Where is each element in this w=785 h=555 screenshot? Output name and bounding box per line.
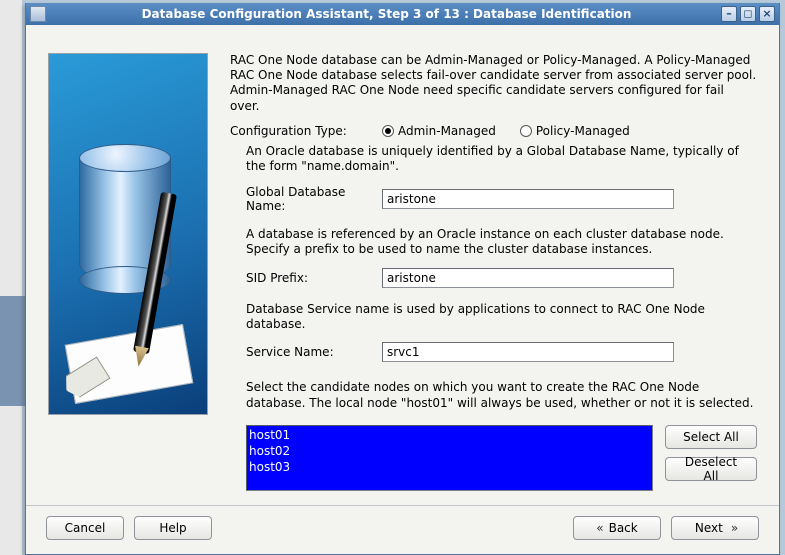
help-button[interactable]: Help	[134, 516, 212, 540]
window-title: Database Configuration Assistant, Step 3…	[52, 7, 721, 21]
next-button[interactable]: Next »	[671, 516, 759, 540]
close-button[interactable]: ×	[759, 6, 775, 22]
gdb-desc: An Oracle database is uniquely identifie…	[246, 144, 757, 175]
wizard-window: Database Configuration Assistant, Step 3…	[25, 3, 780, 555]
back-button[interactable]: « Back	[573, 516, 661, 540]
radio-admin-managed[interactable]: Admin-Managed	[382, 124, 496, 138]
form-area: RAC One Node database can be Admin-Manag…	[230, 53, 757, 491]
radio-admin-label: Admin-Managed	[398, 124, 496, 138]
sid-desc: A database is referenced by an Oracle in…	[246, 227, 757, 258]
radio-policy-label: Policy-Managed	[536, 124, 630, 138]
service-label: Service Name:	[246, 345, 382, 359]
sid-label: SID Prefix:	[246, 271, 382, 285]
global-database-name-input[interactable]	[382, 189, 674, 209]
intro-text: RAC One Node database can be Admin-Manag…	[230, 53, 757, 114]
candidate-nodes-list[interactable]: host01 host02 host03	[246, 425, 653, 491]
deselect-all-button[interactable]: Deselect All	[665, 457, 757, 481]
wizard-footer: Cancel Help « Back Next »	[26, 505, 779, 554]
cancel-button[interactable]: Cancel	[46, 516, 124, 540]
service-name-input[interactable]	[382, 342, 674, 362]
wizard-illustration	[48, 53, 208, 415]
nodes-desc: Select the candidate nodes on which you …	[246, 380, 757, 411]
minimize-button[interactable]: –	[721, 6, 737, 22]
radio-dot-icon	[520, 125, 532, 137]
radio-dot-icon	[382, 125, 394, 137]
select-all-button[interactable]: Select All	[665, 425, 757, 449]
chevron-left-icon: «	[596, 521, 600, 535]
list-item[interactable]: host03	[249, 459, 650, 475]
maximize-button[interactable]: ◻	[740, 6, 756, 22]
radio-policy-managed[interactable]: Policy-Managed	[520, 124, 630, 138]
service-desc: Database Service name is used by applica…	[246, 302, 757, 333]
gdb-label: Global Database Name:	[246, 185, 382, 213]
sid-prefix-input[interactable]	[382, 268, 674, 288]
chevron-right-icon: »	[731, 521, 735, 535]
list-item[interactable]: host01	[249, 427, 650, 443]
titlebar: Database Configuration Assistant, Step 3…	[26, 3, 779, 25]
config-type-label: Configuration Type:	[230, 124, 382, 138]
app-icon	[30, 6, 46, 22]
list-item[interactable]: host02	[249, 443, 650, 459]
